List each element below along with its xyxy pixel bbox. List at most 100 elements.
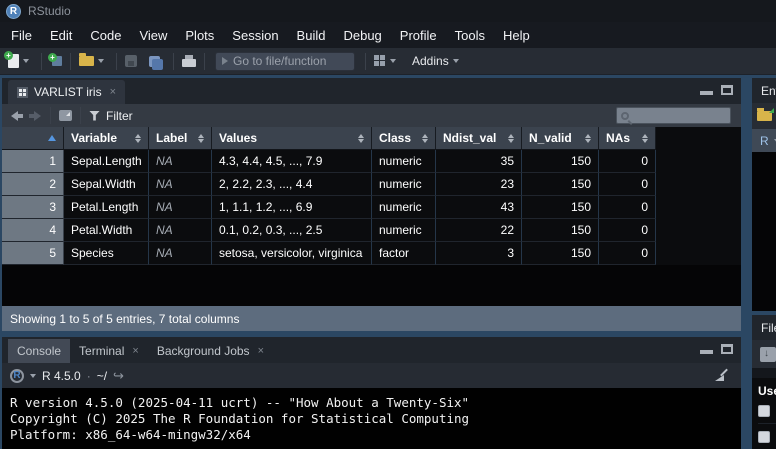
window-title: RStudio: [28, 4, 71, 18]
table-row[interactable]: 1 Sepal.Length NA 4.3, 4.4, 4.5, ..., 7.…: [2, 150, 741, 173]
title-bar: R RStudio: [0, 0, 776, 22]
table-header-row: Variable Label Values Class Ndist_val N_…: [2, 127, 741, 150]
tab-console[interactable]: Console: [8, 339, 70, 363]
row-number: 4: [2, 219, 64, 242]
tab-environment[interactable]: Environment: [752, 78, 776, 103]
menu-plots[interactable]: Plots: [176, 22, 223, 48]
column-header-nas[interactable]: NAs: [599, 127, 656, 150]
working-directory-link[interactable]: ~/: [97, 369, 107, 383]
menu-edit[interactable]: Edit: [41, 22, 81, 48]
list-item[interactable]: [758, 398, 776, 424]
open-file-button[interactable]: [77, 50, 110, 72]
print-button[interactable]: [180, 50, 198, 72]
goto-file-input[interactable]: Go to file/function: [215, 52, 355, 71]
sort-icon[interactable]: [642, 134, 648, 143]
toolbar-divider: [116, 53, 117, 70]
cell-values: 0.1, 0.2, 0.3, ..., 2.5: [212, 219, 372, 242]
panes-grid-icon: [374, 55, 386, 67]
cell-ndist-val: 22: [436, 219, 522, 242]
column-header-n-valid[interactable]: N_valid: [522, 127, 599, 150]
console-output[interactable]: R version 4.5.0 (2025-04-11 ucrt) -- "Ho…: [2, 388, 741, 449]
table-row[interactable]: 3 Petal.Length NA 1, 1.1, 1.2, ..., 6.9 …: [2, 196, 741, 219]
addins-button[interactable]: Addins: [402, 50, 465, 72]
row-number: 1: [2, 150, 64, 173]
back-button[interactable]: [11, 111, 23, 121]
menu-view[interactable]: View: [130, 22, 176, 48]
clear-console-icon[interactable]: [715, 368, 729, 382]
maximize-pane-icon[interactable]: [721, 344, 733, 354]
sort-icon[interactable]: [508, 134, 514, 143]
toolbar-divider: [41, 53, 42, 70]
row-number: 5: [2, 242, 64, 265]
menu-debug[interactable]: Debug: [334, 22, 390, 48]
new-project-button[interactable]: +: [48, 50, 64, 72]
sort-icon[interactable]: [135, 134, 141, 143]
menu-tools[interactable]: Tools: [446, 22, 494, 48]
tab-terminal[interactable]: Terminal ×: [70, 339, 148, 363]
minimize-pane-icon[interactable]: [700, 86, 713, 95]
maximize-pane-icon[interactable]: [721, 85, 733, 95]
search-icon: [621, 112, 629, 120]
sort-icon[interactable]: [198, 134, 204, 143]
menu-code[interactable]: Code: [81, 22, 130, 48]
install-package-icon[interactable]: [760, 347, 776, 362]
table-search-input[interactable]: [616, 107, 731, 124]
main-toolbar: + + Go to file/function Addins: [0, 48, 776, 75]
save-button[interactable]: [123, 50, 139, 72]
column-header-variable[interactable]: Variable: [64, 127, 149, 150]
menu-profile[interactable]: Profile: [391, 22, 446, 48]
packages-list: User: [752, 378, 776, 449]
column-header-class[interactable]: Class: [372, 127, 436, 150]
row-number-header[interactable]: [2, 127, 64, 150]
r-version-label: R 4.5.0: [42, 369, 81, 383]
environment-language-dropdown[interactable]: R: [752, 129, 776, 152]
tab-varlist-iris[interactable]: VARLIST iris ×: [8, 80, 125, 104]
list-item[interactable]: [758, 424, 776, 449]
column-header-label[interactable]: Label: [149, 127, 212, 150]
toolbar-divider: [70, 53, 71, 70]
row-number: 3: [2, 196, 64, 219]
cell-nas: 0: [599, 196, 656, 219]
package-checkbox[interactable]: [758, 405, 770, 417]
console-toolbar: R R 4.5.0 · ~/ ↪: [2, 363, 741, 388]
table-row[interactable]: 2 Sepal.Width NA 2, 2.2, 2.3, ..., 4.4 n…: [2, 173, 741, 196]
table-row[interactable]: 4 Petal.Width NA 0.1, 0.2, 0.3, ..., 2.5…: [2, 219, 741, 242]
open-in-new-window-button[interactable]: [57, 105, 74, 127]
tab-background-jobs[interactable]: Background Jobs ×: [148, 339, 273, 363]
new-file-button[interactable]: +: [6, 50, 35, 72]
row-number: 2: [2, 173, 64, 196]
sort-icon[interactable]: [358, 134, 364, 143]
toolbar-divider: [50, 107, 51, 124]
panes-layout-button[interactable]: [372, 50, 402, 72]
save-all-button[interactable]: [147, 50, 167, 72]
chevron-down-icon: [453, 59, 459, 63]
toolbar-divider: [173, 53, 174, 70]
load-workspace-icon[interactable]: [757, 111, 772, 121]
menu-session[interactable]: Session: [223, 22, 287, 48]
column-header-ndist-val[interactable]: Ndist_val: [436, 127, 522, 150]
console-line: Platform: x86_64-w64-mingw32/x64: [10, 427, 741, 443]
cell-variable: Sepal.Width: [64, 173, 149, 196]
menu-file[interactable]: File: [2, 22, 41, 48]
environment-pane: Environment R: [752, 78, 776, 311]
close-icon[interactable]: ×: [258, 345, 264, 357]
package-checkbox[interactable]: [758, 431, 770, 443]
menu-build[interactable]: Build: [288, 22, 335, 48]
sort-icon[interactable]: [585, 134, 591, 143]
tab-files[interactable]: Files: [752, 315, 776, 340]
forward-button[interactable]: [29, 111, 41, 121]
close-icon[interactable]: ×: [110, 86, 116, 98]
tab-label: Background Jobs: [157, 344, 250, 358]
filter-button[interactable]: Filter: [87, 105, 135, 127]
console-line: R version 4.5.0 (2025-04-11 ucrt) -- "Ho…: [10, 395, 741, 411]
minimize-pane-icon[interactable]: [700, 345, 713, 354]
goto-directory-icon[interactable]: ↪: [113, 368, 124, 384]
table-row[interactable]: 5 Species NA setosa, versicolor, virgini…: [2, 242, 741, 265]
cell-n-valid: 150: [522, 242, 599, 265]
chevron-down-icon[interactable]: [30, 374, 36, 378]
sort-icon[interactable]: [422, 134, 428, 143]
close-icon[interactable]: ×: [132, 345, 138, 357]
menu-help[interactable]: Help: [494, 22, 539, 48]
cell-n-valid: 150: [522, 173, 599, 196]
column-header-values[interactable]: Values: [212, 127, 372, 150]
